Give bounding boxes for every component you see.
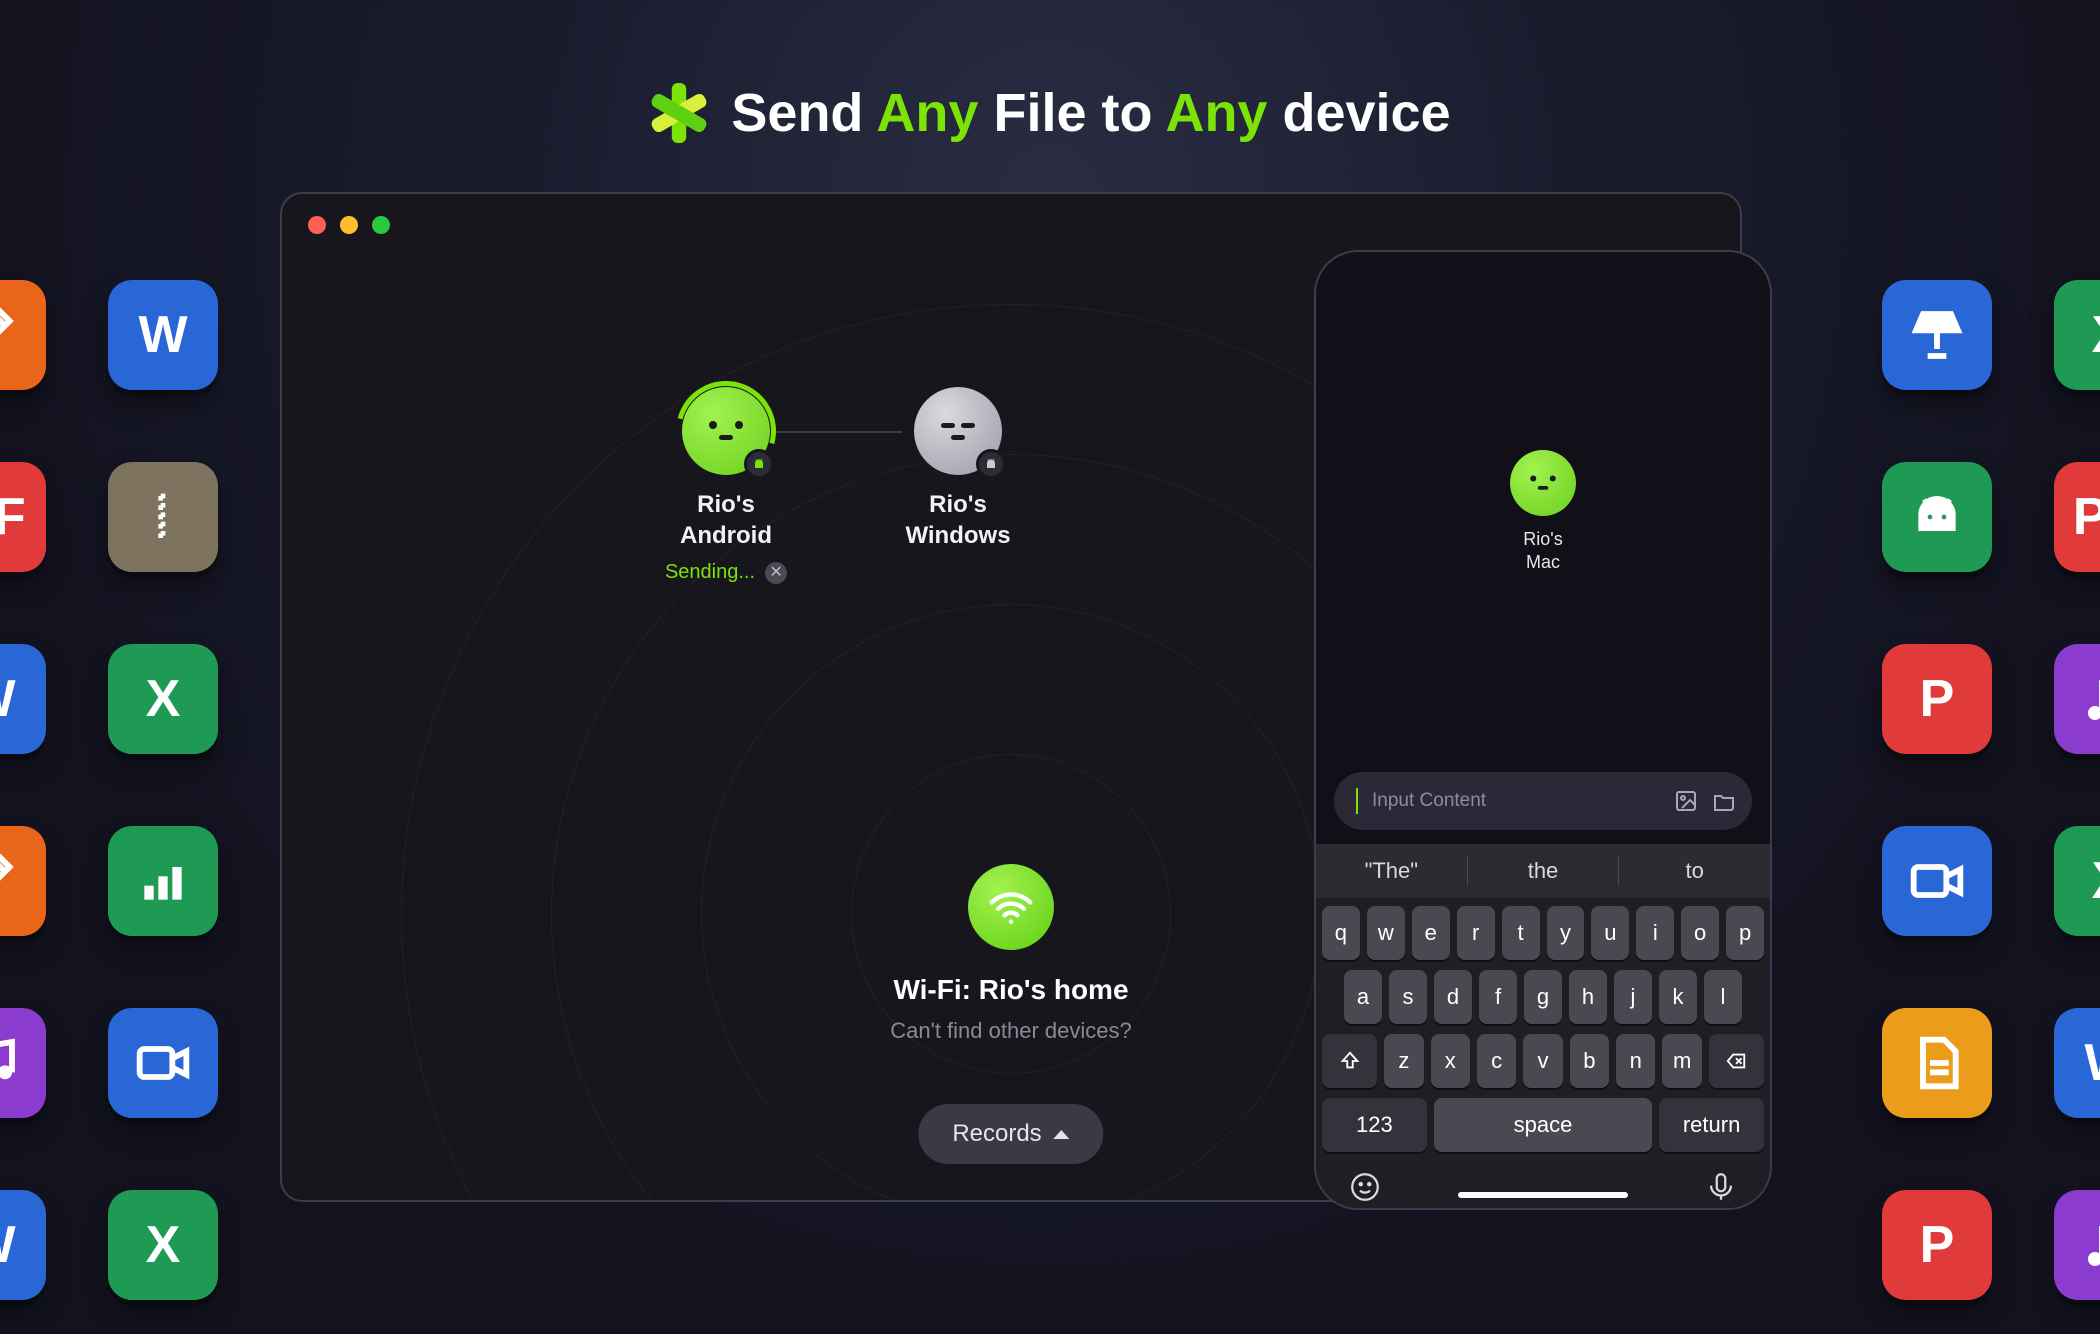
key-j[interactable]: j	[1614, 970, 1652, 1024]
device-name: Mac	[1526, 552, 1560, 572]
key-l[interactable]: l	[1704, 970, 1742, 1024]
device-avatar[interactable]	[1510, 450, 1576, 516]
filetype-tile: W	[0, 644, 46, 754]
filetype-tile: DF	[0, 462, 46, 572]
suggestion[interactable]: the	[1468, 858, 1619, 884]
key-r[interactable]: r	[1457, 906, 1495, 960]
key-m[interactable]: m	[1662, 1034, 1701, 1088]
device-name: Rio's	[697, 491, 755, 518]
heading-word: Send	[731, 83, 863, 143]
key-w[interactable]: w	[1367, 906, 1405, 960]
image-icon[interactable]	[1674, 789, 1698, 813]
key-z[interactable]: z	[1384, 1034, 1423, 1088]
window-traffic-lights	[308, 216, 390, 234]
filetype-tile: P	[1882, 644, 1992, 754]
filetype-tile	[2054, 644, 2100, 754]
wifi-icon	[968, 864, 1054, 950]
key-s[interactable]: s	[1389, 970, 1427, 1024]
heading-word: File to	[993, 83, 1152, 143]
filetype-tile	[1882, 280, 1992, 390]
heading-word-accent: Any	[1165, 83, 1267, 143]
filetype-tile	[0, 826, 46, 936]
filetype-tile: W	[0, 1190, 46, 1300]
filetype-tile	[108, 462, 218, 572]
key-p[interactable]: p	[1726, 906, 1764, 960]
filetype-tile: X	[108, 1190, 218, 1300]
key-shift[interactable]	[1322, 1034, 1377, 1088]
key-g[interactable]: g	[1524, 970, 1562, 1024]
key-space[interactable]: space	[1434, 1098, 1652, 1152]
phone-frame: Rio's Mac Input Content "The" the to qwe…	[1314, 250, 1772, 1210]
text-caret	[1356, 788, 1358, 814]
heading-word-accent: Any	[876, 83, 978, 143]
filetype-tile: X	[108, 644, 218, 754]
key-b[interactable]: b	[1570, 1034, 1609, 1088]
folder-icon[interactable]	[1712, 789, 1736, 813]
key-c[interactable]: c	[1477, 1034, 1516, 1088]
filetype-tile: X	[2054, 280, 2100, 390]
device-name: Rio's	[1523, 529, 1562, 549]
emoji-icon[interactable]	[1348, 1170, 1382, 1204]
key-numbers[interactable]: 123	[1322, 1098, 1427, 1152]
filetype-tile	[1882, 1008, 1992, 1118]
filetype-tile	[0, 280, 46, 390]
device-name: Rio's	[929, 491, 987, 518]
filetype-tile: W	[2054, 1008, 2100, 1118]
key-x[interactable]: x	[1431, 1034, 1470, 1088]
key-q[interactable]: q	[1322, 906, 1360, 960]
phone-device-area: Rio's Mac	[1316, 252, 1770, 772]
filetype-tile	[0, 1008, 46, 1118]
onscreen-keyboard: qwertyuiop asdfghjkl zxcvbnm 123 space r…	[1316, 898, 1770, 1210]
key-a[interactable]: a	[1344, 970, 1382, 1024]
suggestion[interactable]: to	[1619, 858, 1770, 884]
filetype-tile: P	[1882, 1190, 1992, 1300]
heading-word: device	[1282, 83, 1450, 143]
filetype-tile: W	[108, 280, 218, 390]
android-icon	[976, 449, 1006, 479]
filetype-tile	[108, 1008, 218, 1118]
filetype-tile	[1882, 826, 1992, 936]
key-n[interactable]: n	[1616, 1034, 1655, 1088]
key-y[interactable]: y	[1547, 906, 1585, 960]
window-zoom-button[interactable]	[372, 216, 390, 234]
app-logo-icon	[649, 83, 709, 143]
input-placeholder: Input Content	[1372, 790, 1660, 812]
home-indicator[interactable]	[1458, 1192, 1628, 1198]
device-name: Android	[680, 522, 772, 549]
window-minimize-button[interactable]	[340, 216, 358, 234]
chevron-up-icon	[1054, 1130, 1070, 1139]
keyboard-suggestions: "The" the to	[1316, 844, 1770, 898]
key-h[interactable]: h	[1569, 970, 1607, 1024]
filetype-tile	[2054, 1190, 2100, 1300]
message-input[interactable]: Input Content	[1334, 772, 1752, 830]
filetype-tile	[1882, 462, 1992, 572]
device-name: Windows	[905, 522, 1010, 549]
key-i[interactable]: i	[1636, 906, 1674, 960]
key-o[interactable]: o	[1681, 906, 1719, 960]
key-v[interactable]: v	[1523, 1034, 1562, 1088]
key-d[interactable]: d	[1434, 970, 1472, 1024]
filetype-tile: PD	[2054, 462, 2100, 572]
filetype-tile	[108, 826, 218, 936]
records-button[interactable]: Records	[918, 1104, 1103, 1164]
transfer-status: Sending... ✕	[665, 561, 787, 584]
window-close-button[interactable]	[308, 216, 326, 234]
suggestion[interactable]: "The"	[1316, 858, 1467, 884]
mic-icon[interactable]	[1704, 1170, 1738, 1204]
marketing-heading: Send Any File to Any device	[0, 82, 2100, 144]
key-k[interactable]: k	[1659, 970, 1697, 1024]
key-t[interactable]: t	[1502, 906, 1540, 960]
android-icon	[744, 449, 774, 479]
key-delete[interactable]	[1709, 1034, 1764, 1088]
key-u[interactable]: u	[1591, 906, 1629, 960]
device-card[interactable]: Rio's Windows	[858, 387, 1058, 551]
device-card[interactable]: Rio's Android Sending... ✕	[626, 387, 826, 584]
cancel-transfer-button[interactable]: ✕	[765, 562, 787, 584]
key-e[interactable]: e	[1412, 906, 1450, 960]
key-f[interactable]: f	[1479, 970, 1517, 1024]
key-return[interactable]: return	[1659, 1098, 1764, 1152]
filetype-tile: X	[2054, 826, 2100, 936]
